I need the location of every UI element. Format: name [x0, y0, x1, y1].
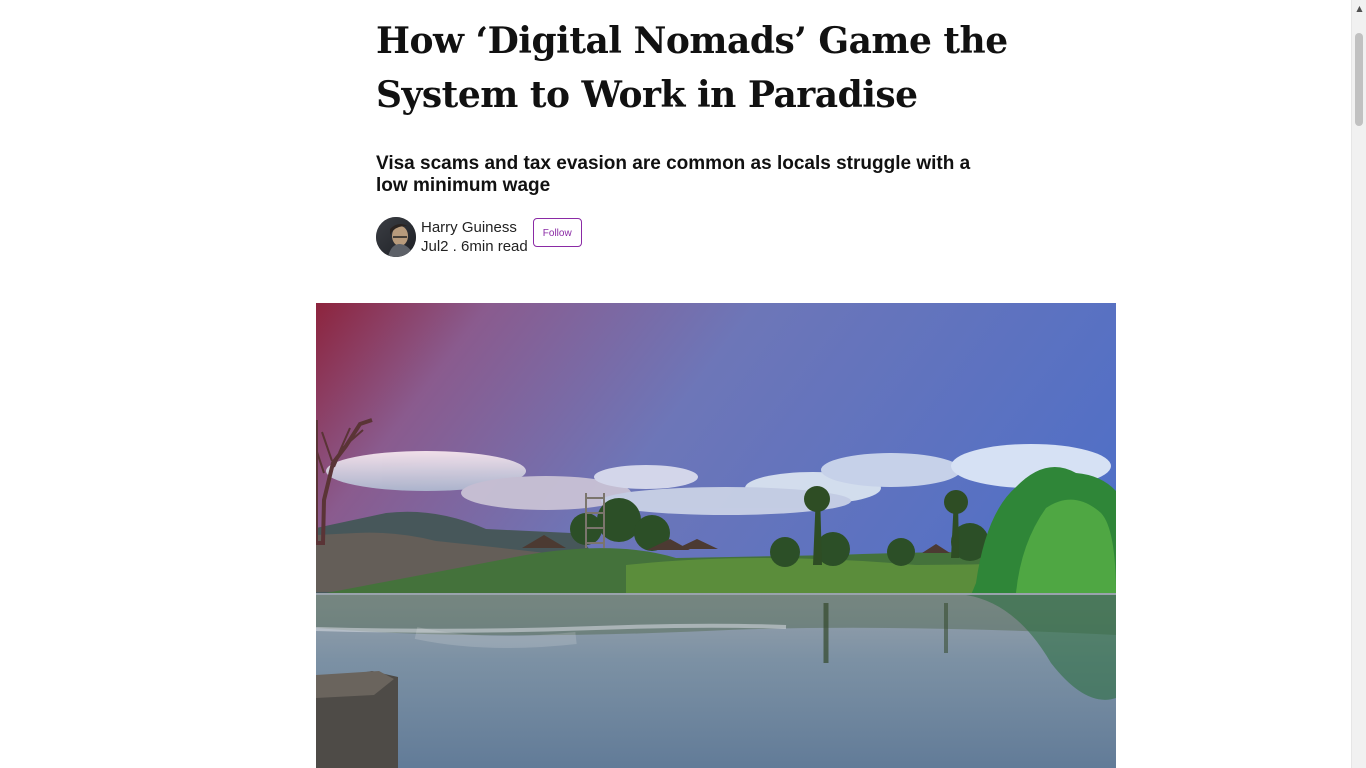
scrollbar-thumb[interactable] [1355, 33, 1363, 126]
scroll-up-icon[interactable]: ▲ [1352, 0, 1366, 17]
author-avatar[interactable] [376, 217, 416, 257]
hero-image [316, 303, 1116, 768]
landscape-photo [316, 303, 1116, 768]
author-name[interactable]: Harry Guiness [421, 218, 528, 237]
article-title: How ‘Digital Nomads’ Game the System to … [376, 20, 1008, 116]
page-scrollbar[interactable]: ▲ [1351, 0, 1366, 768]
follow-button[interactable]: Follow [532, 217, 582, 247]
author-byline: Harry Guiness Jul2 . 6min read Follow [376, 216, 582, 258]
article-page: How ‘Digital Nomads’ Game the System to … [0, 0, 1366, 768]
author-meta: Harry Guiness Jul2 . 6min read [421, 218, 528, 256]
author-photo [376, 217, 416, 257]
publish-date-read-time: Jul2 . 6min read [421, 238, 528, 255]
article-content: How ‘Digital Nomads’ Game the System to … [0, 0, 1351, 768]
article-subtitle: Visa scams and tax evasion are common as… [376, 153, 971, 196]
